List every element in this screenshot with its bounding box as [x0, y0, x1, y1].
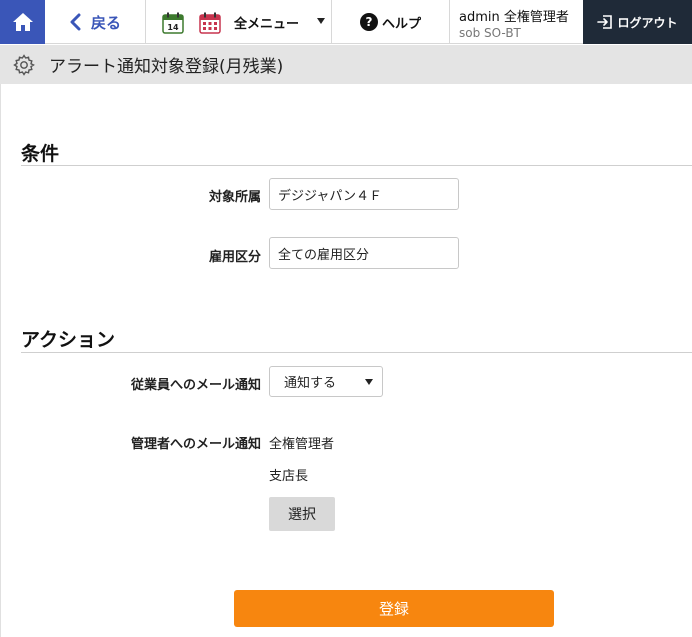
actions-divider [21, 352, 692, 353]
logout-label: ログアウト [617, 15, 678, 30]
admin-mail-label: 管理者へのメール通知 [130, 437, 261, 452]
logout-icon [597, 15, 613, 29]
admin-recipient: 支店長 [269, 469, 309, 484]
caret-down-icon [317, 18, 325, 24]
help-label: ヘルプ [381, 16, 421, 32]
home-icon [12, 13, 33, 31]
employment-type-input[interactable] [269, 237, 459, 269]
actions-heading: アクション [21, 329, 116, 351]
employee-mail-select[interactable]: 通知する [269, 366, 383, 397]
department-input[interactable] [269, 178, 459, 210]
admin-recipient: 全権管理者 [269, 437, 335, 452]
logout-button[interactable]: ログアウト [583, 0, 692, 44]
employment-type-label: 雇用区分 [208, 250, 261, 265]
user-info: admin 全権管理者 sob SO-BT [450, 0, 583, 44]
home-button[interactable] [0, 0, 45, 44]
question-circle-icon: ? [359, 13, 378, 31]
calendar-day: 14 [167, 23, 179, 32]
calendar-icon[interactable]: 14 [162, 12, 184, 34]
top-navigation-bar: 戻る 14 全メニュー ? ヘルプ admin 全権管理者 sob SO-BT … [0, 0, 692, 44]
back-label: 戻る [91, 13, 122, 32]
user-name: admin 全権管理者 [459, 10, 569, 25]
employee-mail-value: 通知する [284, 376, 337, 391]
select-recipients-button[interactable]: 選択 [269, 497, 335, 531]
chevron-left-icon [69, 11, 85, 33]
content-left-border [0, 84, 1, 637]
all-menu-label: 全メニュー [234, 16, 300, 32]
department-label: 対象所属 [208, 190, 261, 205]
gear-icon [13, 53, 35, 76]
all-menu-dropdown[interactable]: 全メニュー [234, 0, 332, 44]
page-title: アラート通知対象登録(月残業) [49, 57, 284, 77]
register-button[interactable]: 登録 [234, 590, 554, 627]
back-button[interactable]: 戻る [45, 0, 146, 44]
conditions-divider [21, 165, 692, 166]
user-organization: sob SO-BT [459, 26, 521, 40]
conditions-heading: 条件 [21, 143, 60, 165]
calendar-grid-icon[interactable] [199, 12, 221, 34]
caret-down-icon [365, 379, 373, 385]
help-button[interactable]: ? ヘルプ [332, 0, 450, 44]
page-title-bar: アラート通知対象登録(月残業) [0, 45, 692, 84]
employee-mail-label: 従業員へのメール通知 [130, 378, 261, 393]
